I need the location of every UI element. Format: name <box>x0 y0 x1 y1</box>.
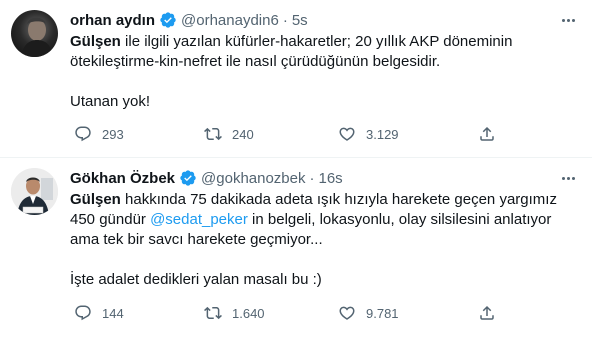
separator-dot: · <box>309 169 315 187</box>
retweet-button[interactable]: 1.640 <box>204 303 265 323</box>
like-icon <box>339 127 355 141</box>
separator-dot: · <box>282 11 288 29</box>
share-button[interactable] <box>478 303 496 323</box>
tweet-text: Gülşen hakkında 75 dakikada adeta ışık h… <box>70 190 575 290</box>
tweet-header: Gökhan Özbek @gokhanozbek · 16s <box>70 168 343 188</box>
like-icon <box>339 306 355 320</box>
text-line: ama tek bir savcı harekete geçmiyor... <box>70 231 323 248</box>
text-line: İşte adalet dedikleri yalan masalı bu :) <box>70 271 322 288</box>
more-icon[interactable] <box>558 170 578 186</box>
verified-badge-icon <box>160 12 176 28</box>
text-line: ile ilgili yazılan küfürler-hakaretler; … <box>120 33 513 50</box>
retweet-count: 1.640 <box>232 305 265 321</box>
share-icon <box>480 126 494 141</box>
text-line: Utanan yok! <box>70 93 151 110</box>
user-handle[interactable]: @gokhanozbek <box>201 170 305 187</box>
mention-link[interactable]: @sedat_peker <box>150 211 248 228</box>
text-line: ötekileştirme-kin-nefret ile nasıl çürüd… <box>70 53 441 70</box>
tweet[interactable]: orhan aydın @orhanaydin6 · 5s Gülşen ile… <box>0 0 592 158</box>
highlight-word: Gülşen <box>70 191 121 208</box>
tweet[interactable]: Gökhan Özbek @gokhanozbek · 16s Gülşen h… <box>0 158 592 343</box>
timestamp[interactable]: 16s <box>319 170 343 187</box>
share-icon <box>480 305 494 320</box>
avatar[interactable] <box>11 168 58 215</box>
user-handle[interactable]: @orhanaydin6 <box>181 12 279 29</box>
like-button[interactable]: 9.781 <box>338 303 399 323</box>
text-line: in belgeli, lokasyonlu, olay silsilesini… <box>247 211 552 228</box>
tweet-actions: 144 1.640 9.781 <box>70 303 500 323</box>
highlight-word: Gülşen <box>70 33 121 50</box>
reply-button[interactable]: 293 <box>74 124 124 144</box>
retweet-count: 240 <box>232 126 254 142</box>
avatar[interactable] <box>11 10 58 57</box>
tweet-actions: 293 240 3.129 <box>70 124 500 144</box>
like-button[interactable]: 3.129 <box>338 124 399 144</box>
like-count: 9.781 <box>366 305 399 321</box>
tweet-header: orhan aydın @orhanaydin6 · 5s <box>70 10 308 30</box>
display-name[interactable]: Gökhan Özbek <box>70 170 175 187</box>
timestamp[interactable]: 5s <box>292 12 308 29</box>
reply-icon <box>75 126 91 142</box>
like-count: 3.129 <box>366 126 399 142</box>
display-name[interactable]: orhan aydın <box>70 12 155 29</box>
reply-count: 144 <box>102 305 124 321</box>
text-line: hakkında 75 dakikada adeta ışık hızıyla … <box>120 191 557 208</box>
text-line: 450 gündür <box>70 211 151 228</box>
reply-count: 293 <box>102 126 124 142</box>
retweet-icon <box>204 127 222 141</box>
reply-button[interactable]: 144 <box>74 303 124 323</box>
avatar-photo-icon <box>21 17 53 57</box>
retweet-icon <box>204 306 222 320</box>
reply-icon <box>75 305 91 321</box>
avatar-photo-icon <box>11 168 58 215</box>
verified-badge-icon <box>180 170 196 186</box>
more-icon[interactable] <box>558 12 578 28</box>
tweet-text: Gülşen ile ilgili yazılan küfürler-hakar… <box>70 32 575 112</box>
share-button[interactable] <box>478 124 496 144</box>
retweet-button[interactable]: 240 <box>204 124 254 144</box>
